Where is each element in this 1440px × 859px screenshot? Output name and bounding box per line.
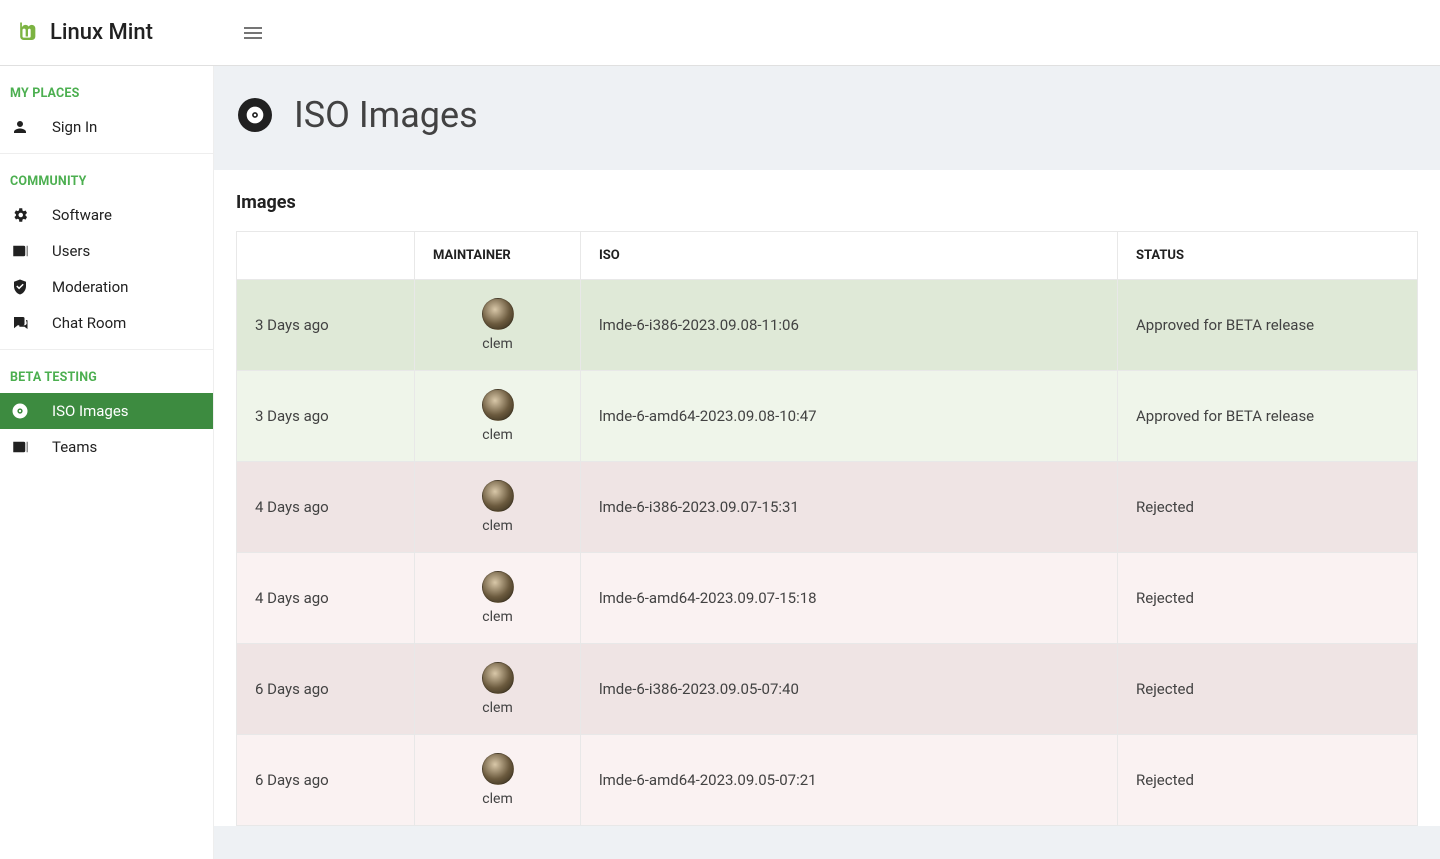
cell-status: Rejected	[1118, 553, 1418, 644]
maintainer-name: clem	[433, 700, 562, 716]
sidebar-item-iso-images[interactable]: ISO Images	[0, 393, 213, 429]
cell-age: 4 Days ago	[237, 553, 415, 644]
cell-status: Approved for BETA release	[1118, 371, 1418, 462]
col-iso: ISO	[581, 232, 1118, 280]
brand-block[interactable]: Linux Mint	[12, 19, 225, 47]
iso-table: MAINTAINER ISO STATUS 3 Days ago clem lmde…	[236, 231, 1418, 826]
table-row[interactable]: 6 Days ago clem lmde-6-amd64-2023.09.05-07…	[237, 735, 1418, 826]
maintainer-name: clem	[433, 336, 562, 352]
col-maintainer: MAINTAINER	[415, 232, 581, 280]
cell-maintainer: clem	[415, 462, 581, 553]
hamburger-icon	[241, 21, 265, 45]
sidebar-item-label: Users	[52, 242, 90, 260]
menu-toggle-button[interactable]	[233, 13, 273, 53]
col-status: STATUS	[1118, 232, 1418, 280]
avatar	[482, 571, 514, 603]
table-row[interactable]: 4 Days ago clem lmde-6-amd64-2023.09.07-15…	[237, 553, 1418, 644]
sidebar-item-label: Sign In	[52, 118, 97, 136]
cell-maintainer: clem	[415, 280, 581, 371]
shield-check-icon	[10, 278, 30, 296]
cell-iso: lmde-6-amd64-2023.09.05-07:21	[581, 735, 1118, 826]
mint-logo-icon	[12, 19, 40, 47]
cell-maintainer: clem	[415, 644, 581, 735]
sidebar: MY PLACES Sign In COMMUNITY Software Use…	[0, 66, 214, 859]
card-title: Images	[214, 192, 1440, 231]
cell-maintainer: clem	[415, 735, 581, 826]
cell-iso: lmde-6-i386-2023.09.07-15:31	[581, 462, 1118, 553]
sidebar-item-users[interactable]: Users	[0, 233, 213, 269]
cell-status: Rejected	[1118, 462, 1418, 553]
sidebar-item-moderation[interactable]: Moderation	[0, 269, 213, 305]
person-icon	[10, 118, 30, 136]
cell-age: 6 Days ago	[237, 735, 415, 826]
cell-status: Rejected	[1118, 644, 1418, 735]
sidebar-section-beta-testing: BETA TESTING	[0, 350, 213, 393]
sidebar-item-sign-in[interactable]: Sign In	[0, 109, 213, 145]
cell-age: 4 Days ago	[237, 462, 415, 553]
table-row[interactable]: 4 Days ago clem lmde-6-i386-2023.09.07-15:…	[237, 462, 1418, 553]
cell-iso: lmde-6-amd64-2023.09.08-10:47	[581, 371, 1118, 462]
table-row[interactable]: 6 Days ago clem lmde-6-i386-2023.09.05-07:…	[237, 644, 1418, 735]
cell-iso: lmde-6-i386-2023.09.05-07:40	[581, 644, 1118, 735]
brand-title: Linux Mint	[50, 20, 153, 45]
cell-status: Rejected	[1118, 735, 1418, 826]
page-title: ISO Images	[294, 94, 478, 136]
maintainer-name: clem	[433, 518, 562, 534]
page-header: ISO Images	[214, 66, 1440, 170]
sidebar-item-label: ISO Images	[52, 402, 129, 420]
contacts-icon	[10, 242, 30, 260]
cell-maintainer: clem	[415, 553, 581, 644]
sidebar-item-chat-room[interactable]: Chat Room	[0, 305, 213, 341]
maintainer-name: clem	[433, 609, 562, 625]
avatar	[482, 480, 514, 512]
sidebar-section-my-places: MY PLACES	[0, 66, 213, 109]
sidebar-item-teams[interactable]: Teams	[0, 429, 213, 465]
sidebar-item-label: Chat Room	[52, 314, 126, 332]
sidebar-item-label: Moderation	[52, 278, 128, 296]
cell-age: 3 Days ago	[237, 371, 415, 462]
sidebar-item-software[interactable]: Software	[0, 197, 213, 233]
avatar	[482, 662, 514, 694]
sidebar-item-label: Software	[52, 206, 112, 224]
cell-iso: lmde-6-i386-2023.09.08-11:06	[581, 280, 1118, 371]
cell-status: Approved for BETA release	[1118, 280, 1418, 371]
table-header-row: MAINTAINER ISO STATUS	[237, 232, 1418, 280]
content-area: ISO Images Images MAINTAINER ISO STATUS	[214, 66, 1440, 859]
cell-maintainer: clem	[415, 371, 581, 462]
sidebar-section-community: COMMUNITY	[0, 154, 213, 197]
contacts-icon	[10, 438, 30, 456]
avatar	[482, 753, 514, 785]
maintainer-name: clem	[433, 791, 562, 807]
table-row[interactable]: 3 Days ago clem lmde-6-i386-2023.09.08-11:…	[237, 280, 1418, 371]
cell-age: 3 Days ago	[237, 280, 415, 371]
disc-icon	[238, 98, 272, 132]
images-card: Images MAINTAINER ISO STATUS 3 Day	[214, 170, 1440, 826]
col-age	[237, 232, 415, 280]
cell-iso: lmde-6-amd64-2023.09.07-15:18	[581, 553, 1118, 644]
avatar	[482, 389, 514, 421]
sidebar-item-label: Teams	[52, 438, 97, 456]
table-row[interactable]: 3 Days ago clem lmde-6-amd64-2023.09.08-10…	[237, 371, 1418, 462]
maintainer-name: clem	[433, 427, 562, 443]
disc-icon	[10, 402, 30, 420]
avatar	[482, 298, 514, 330]
gears-icon	[10, 206, 30, 224]
topbar: Linux Mint	[0, 0, 1440, 66]
chat-icon	[10, 314, 30, 332]
cell-age: 6 Days ago	[237, 644, 415, 735]
